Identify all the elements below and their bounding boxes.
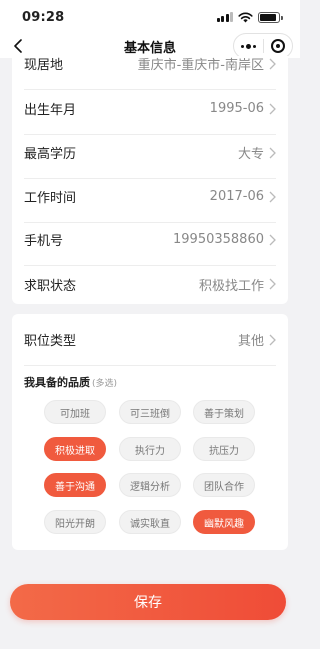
chevron-right-icon xyxy=(269,278,276,290)
field-value: 积极找工作 xyxy=(198,278,264,294)
chevron-right-icon xyxy=(269,191,276,202)
field-label: 求职状态 xyxy=(24,278,77,294)
close-button[interactable] xyxy=(264,34,293,58)
quality-tag[interactable]: 诚实耿直 xyxy=(119,510,181,534)
nav-bar: 基本信息 xyxy=(0,33,300,59)
chevron-right-icon xyxy=(269,147,276,158)
signal-icon xyxy=(216,12,233,22)
basic-info-card: 现居地 重庆市-重庆市-南岸区 出生年月 1995-06 最高学历 大专 工作时… xyxy=(12,56,288,304)
quality-tag[interactable]: 逻辑分析 xyxy=(119,473,181,497)
battery-icon xyxy=(258,11,283,23)
job-preference-card: 职位类型 其他 我具备的品质 (多选) 可加班 可三班倒 善于策划 积极进取 执行… xyxy=(12,314,288,550)
qualities-hint: (多选) xyxy=(92,379,118,389)
more-dots-icon xyxy=(240,43,256,49)
chevron-right-icon xyxy=(269,58,276,69)
field-label: 最高学历 xyxy=(24,147,77,162)
quality-tag[interactable]: 阳光开朗 xyxy=(44,510,106,534)
chevron-right-icon xyxy=(269,234,276,245)
field-value: 19950358860 xyxy=(173,232,264,247)
quality-tag[interactable]: 执行力 xyxy=(119,437,181,461)
field-label: 手机号 xyxy=(24,234,64,249)
field-label: 出生年月 xyxy=(24,103,77,118)
quality-tag[interactable]: 幽默风趣 xyxy=(193,510,255,534)
more-button[interactable] xyxy=(234,34,263,58)
field-row-job-status[interactable]: 求职状态 积极找工作 xyxy=(24,258,276,304)
page-title: 基本信息 xyxy=(123,40,176,56)
status-icons xyxy=(216,11,283,23)
quality-tag[interactable]: 可加班 xyxy=(44,400,106,424)
target-circle-icon xyxy=(270,39,285,53)
status-bar: 09:28 xyxy=(0,0,300,34)
wifi-icon xyxy=(238,12,253,22)
field-value: 重庆市-重庆市-南岸区 xyxy=(137,58,264,73)
field-row-job-type[interactable]: 职位类型 其他 xyxy=(24,314,276,366)
chevron-right-icon xyxy=(269,103,276,114)
quality-tag[interactable]: 抗压力 xyxy=(193,437,255,461)
quality-tag[interactable]: 可三班倒 xyxy=(119,400,181,424)
quality-tag[interactable]: 积极进取 xyxy=(44,437,106,461)
field-value: 大专 xyxy=(237,147,264,162)
qualities-title-text: 我具备的品质 xyxy=(24,376,90,389)
field-label: 现居地 xyxy=(24,58,64,73)
field-label: 工作时间 xyxy=(24,191,77,206)
field-label: 职位类型 xyxy=(24,334,77,349)
chevron-left-icon xyxy=(14,39,22,53)
field-value: 1995-06 xyxy=(209,101,264,116)
qualities-title: 我具备的品质 (多选) xyxy=(24,374,117,390)
quality-tag[interactable]: 善于策划 xyxy=(193,400,255,424)
status-time: 09:28 xyxy=(22,9,65,25)
field-value: 其他 xyxy=(237,334,264,349)
back-button[interactable] xyxy=(8,36,28,56)
save-button[interactable]: 保存 xyxy=(10,584,286,620)
chevron-right-icon xyxy=(269,334,276,345)
quality-tag[interactable]: 善于沟通 xyxy=(44,473,106,497)
quality-tag[interactable]: 团队合作 xyxy=(193,473,255,497)
field-value: 2017-06 xyxy=(209,189,264,204)
